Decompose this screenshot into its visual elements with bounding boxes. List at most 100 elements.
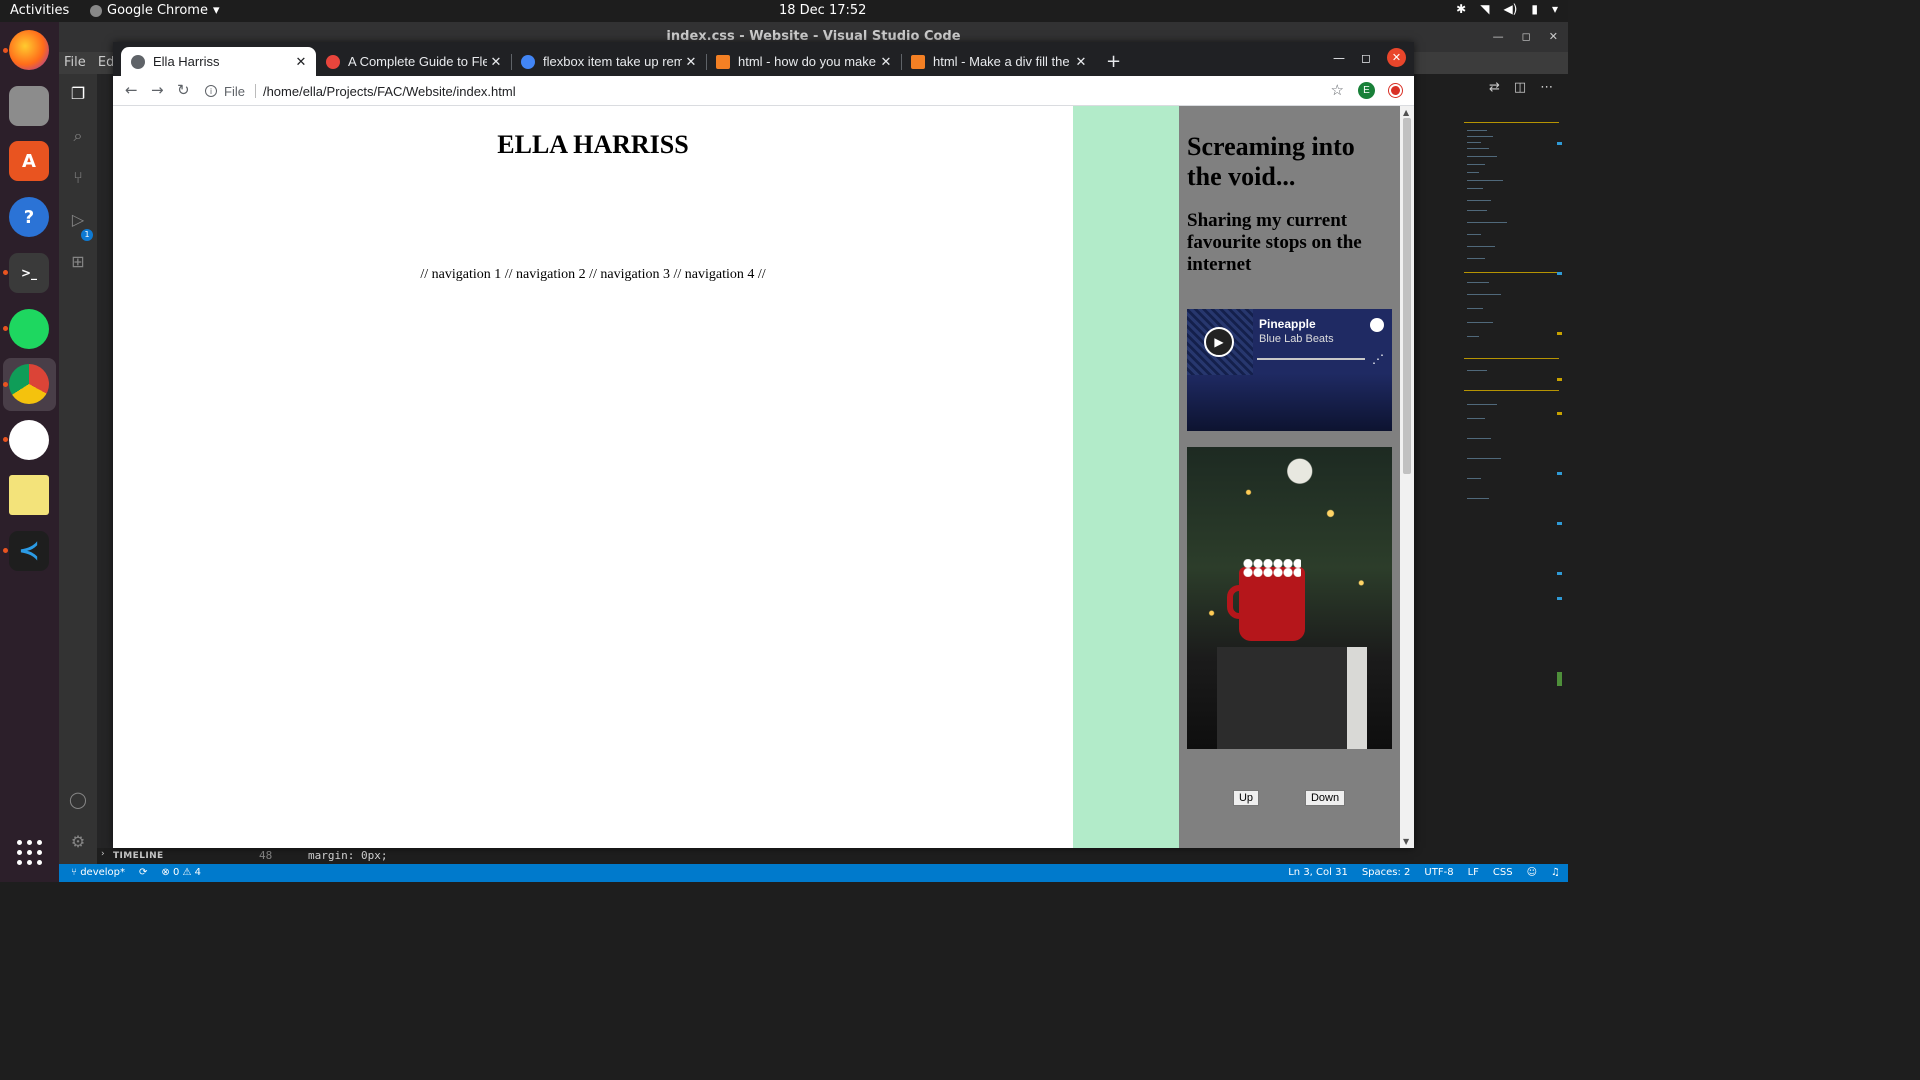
ubuntu-software-icon[interactable]: A xyxy=(9,141,49,181)
account-icon[interactable]: ◯ xyxy=(68,790,88,810)
forward-arrow-icon[interactable]: → xyxy=(151,81,164,99)
tab-ella-harriss[interactable]: Ella Harriss ✕ xyxy=(121,47,316,76)
info-icon[interactable]: i xyxy=(205,85,217,97)
gear-icon[interactable]: ⚙ xyxy=(68,832,88,852)
code-line[interactable]: margin: 0px; xyxy=(308,849,387,862)
feedback-icon[interactable]: ☺ xyxy=(1527,864,1537,882)
firefox-icon[interactable] xyxy=(9,30,49,70)
battery-icon: ▮ xyxy=(1531,2,1538,16)
up-button[interactable]: Up xyxy=(1233,790,1259,806)
activities-button[interactable]: Activities xyxy=(10,3,69,18)
share-icon[interactable]: ⋰ xyxy=(1372,352,1384,366)
profile-avatar[interactable]: E xyxy=(1358,81,1375,99)
tab-title: html - Make a div fill the height xyxy=(933,54,1072,69)
sidebar-aside: Screaming into the void... Sharing my cu… xyxy=(1179,106,1400,848)
files-icon[interactable] xyxy=(9,86,49,126)
reload-icon[interactable]: ↻ xyxy=(177,81,190,99)
vscode-sidebar-edge xyxy=(97,74,113,864)
red-mug xyxy=(1239,567,1305,641)
tab-strip: Ella Harriss ✕ A Complete Guide to Flexb… xyxy=(113,42,1414,76)
minimize-icon[interactable]: — xyxy=(1493,30,1504,43)
run-debug-icon[interactable]: ▷ xyxy=(68,210,88,230)
show-applications-grid-icon[interactable] xyxy=(17,840,43,866)
slack-icon[interactable] xyxy=(9,420,49,460)
bell-icon[interactable]: ♫ xyxy=(1551,864,1560,882)
help-icon[interactable]: ? xyxy=(9,197,49,237)
close-tab-icon[interactable]: ✕ xyxy=(292,54,310,70)
minimap[interactable] xyxy=(1459,118,1568,588)
system-top-bar: Activities Google Chrome ▾ 18 Dec 17:52 … xyxy=(0,0,1568,22)
close-icon[interactable]: ✕ xyxy=(1549,30,1558,43)
address-bar[interactable]: i File /home/ella/Projects/FAC/Website/i… xyxy=(205,79,1305,103)
track-title[interactable]: Pineapple xyxy=(1259,317,1316,331)
chrome-window: Ella Harriss ✕ A Complete Guide to Flexb… xyxy=(113,42,1414,848)
play-icon[interactable]: ▶ xyxy=(1204,327,1234,357)
maximize-icon[interactable]: ◻ xyxy=(1522,30,1531,43)
close-tab-icon[interactable]: ✕ xyxy=(487,54,505,70)
more-actions-icon[interactable]: ⋯ xyxy=(1540,80,1553,95)
split-editor-icon[interactable]: ◫ xyxy=(1514,80,1526,95)
cursor-position[interactable]: Ln 3, Col 31 xyxy=(1288,864,1348,882)
close-icon[interactable]: ✕ xyxy=(1387,48,1406,67)
progress-bar[interactable] xyxy=(1257,358,1365,360)
terminal-icon[interactable]: >_ xyxy=(9,253,49,293)
source-control-icon[interactable]: ⑂ xyxy=(68,168,88,188)
chevron-right-icon: › xyxy=(101,849,105,859)
tab-stackoverflow-2[interactable]: html - Make a div fill the height ✕ xyxy=(901,47,1096,76)
page-scrollbar[interactable]: ▲ ▼ xyxy=(1400,106,1414,848)
close-tab-icon[interactable]: ✕ xyxy=(1072,54,1090,70)
scroll-down-arrow-icon[interactable]: ▼ xyxy=(1403,837,1409,846)
extension-icon[interactable] xyxy=(1389,83,1402,97)
timeline-panel[interactable]: › TIMELINE 48 margin: 0px; xyxy=(97,848,1568,864)
encoding[interactable]: UTF-8 xyxy=(1424,864,1453,882)
close-tab-icon[interactable]: ✕ xyxy=(682,54,700,70)
tab-flexbox-search[interactable]: flexbox item take up remaining ✕ xyxy=(511,47,706,76)
editor-toolbar[interactable]: ⇄ ◫ ⋯ xyxy=(1489,80,1553,95)
notes-icon[interactable] xyxy=(9,475,49,515)
maximize-icon[interactable]: ◻ xyxy=(1361,51,1371,65)
line-ending[interactable]: LF xyxy=(1468,864,1479,882)
artist-name[interactable]: Blue Lab Beats xyxy=(1259,333,1334,345)
indentation[interactable]: Spaces: 2 xyxy=(1362,864,1411,882)
sync-icon[interactable]: ⟳ xyxy=(139,864,147,882)
page-title: ELLA HARRISS xyxy=(497,130,689,159)
menu-file[interactable]: File xyxy=(64,55,86,70)
search-icon[interactable]: ⌕ xyxy=(68,126,88,146)
chrome-icon xyxy=(90,4,102,17)
spotify-embed[interactable]: ▶ Pineapple Blue Lab Beats ⋰ xyxy=(1187,309,1392,431)
site-navigation[interactable]: // navigation 1 // navigation 2 // navig… xyxy=(113,267,1073,283)
vscode-icon[interactable]: ≺ xyxy=(9,531,49,571)
scroll-up-arrow-icon[interactable]: ▲ xyxy=(1403,108,1409,117)
clock[interactable]: 18 Dec 17:52 xyxy=(779,3,866,18)
minimize-icon[interactable]: — xyxy=(1333,51,1345,65)
tab-stackoverflow-1[interactable]: html - how do you make a div ✕ xyxy=(706,47,901,76)
chrome-window-controls[interactable]: — ◻ ✕ xyxy=(1333,48,1406,67)
tab-flexbox-guide[interactable]: A Complete Guide to Flexbox ✕ xyxy=(316,47,511,76)
new-tab-button[interactable]: + xyxy=(1106,51,1121,72)
problems-status[interactable]: ⊗ 0 ⚠ 4 xyxy=(161,864,201,882)
bookmark-star-icon[interactable]: ☆ xyxy=(1331,81,1344,99)
vscode-window-controls[interactable]: — ◻ ✕ xyxy=(1493,30,1558,43)
chrome-icon[interactable] xyxy=(9,364,49,404)
hot-chocolate-photo xyxy=(1187,447,1392,749)
open-changes-icon[interactable]: ⇄ xyxy=(1489,80,1500,95)
slack-tray-icon[interactable]: ✱ xyxy=(1456,2,1466,16)
system-tray[interactable]: ✱ ◥ ◀) ▮ ▾ xyxy=(1456,2,1558,16)
scrollbar-thumb[interactable] xyxy=(1403,118,1411,474)
editor-scrollbar[interactable] xyxy=(1557,142,1563,702)
toolbar-actions: ☆ E xyxy=(1331,81,1402,99)
explorer-icon[interactable]: ❐ xyxy=(68,84,88,104)
branch-status[interactable]: ⑂ develop* xyxy=(71,864,125,882)
close-tab-icon[interactable]: ✕ xyxy=(877,54,895,70)
css-tricks-icon xyxy=(326,54,340,69)
back-arrow-icon[interactable]: ← xyxy=(125,81,138,99)
url-text[interactable]: /home/ella/Projects/FAC/Website/index.ht… xyxy=(263,84,516,99)
down-button[interactable]: Down xyxy=(1305,790,1345,806)
caret-down-icon: ▾ xyxy=(212,3,220,18)
app-menu[interactable]: Google Chrome ▾ xyxy=(90,3,220,18)
chevron-down-icon[interactable]: ▾ xyxy=(1552,2,1558,16)
spotify-icon[interactable] xyxy=(9,309,49,349)
spotify-logo-icon[interactable] xyxy=(1370,318,1384,332)
language-mode[interactable]: CSS xyxy=(1493,864,1513,882)
extensions-icon[interactable]: ⊞ xyxy=(68,252,88,272)
